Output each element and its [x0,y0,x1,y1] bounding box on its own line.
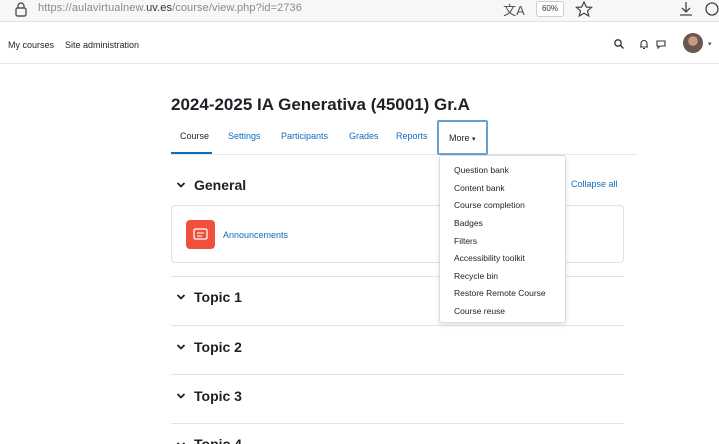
forum-icon [186,220,215,249]
chevron-down-icon[interactable] [176,293,186,301]
nav-my-courses[interactable]: My courses [8,40,54,50]
browser-toolbar: https://aulavirtualnew.uv.es/course/view… [0,0,719,22]
more-dropdown-menu: Question bank Content bank Course comple… [439,155,566,323]
section-title-topic-3[interactable]: Topic 3 [194,388,242,404]
activity-link-announcements[interactable]: Announcements [223,230,288,240]
menu-item-content-bank[interactable]: Content bank [454,183,505,193]
menu-item-course-completion[interactable]: Course completion [454,200,525,210]
tab-more-button[interactable]: More ▾ [437,120,488,155]
section-title-topic-4[interactable]: Topic 4 [194,436,242,444]
url-prefix: https://aulavirtualnew. [38,2,147,14]
bell-icon[interactable] [638,38,650,50]
url-suffix: /course/view.php?id=2736 [172,2,302,14]
user-avatar[interactable] [683,33,703,53]
course-secondary-nav: Course Settings Participants Grades Repo… [171,119,637,155]
section-divider [171,374,624,375]
lock-icon[interactable] [13,1,29,17]
tab-participants[interactable]: Participants [281,131,328,141]
page-title: 2024-2025 IA Generativa (45001) Gr.A [171,95,470,114]
more-label: More [449,133,470,143]
download-icon[interactable] [677,0,695,18]
star-icon[interactable] [574,0,594,18]
chevron-down-icon[interactable] [176,392,186,400]
menu-item-recycle-bin[interactable]: Recycle bin [454,271,498,281]
collapse-all-link[interactable]: Collapse all [571,179,618,189]
extension-icon[interactable] [703,0,719,18]
search-icon[interactable] [613,38,625,50]
url-domain: uv.es [146,2,173,14]
chevron-down-icon[interactable] [176,343,186,351]
section-title-topic-1[interactable]: Topic 1 [194,289,242,305]
site-navbar: My courses Site administration ▾ [0,22,719,64]
menu-item-course-reuse[interactable]: Course reuse [454,306,505,316]
chat-icon[interactable] [655,38,667,50]
section-divider [171,325,624,326]
menu-item-filters[interactable]: Filters [454,236,477,246]
chevron-down-icon[interactable] [176,181,186,189]
section-divider [171,423,624,424]
announcement-glyph-icon [193,228,208,240]
section-title-general[interactable]: General [194,177,246,193]
chevron-down-icon: ▾ [472,136,476,143]
menu-item-restore-remote-course[interactable]: Restore Remote Course [454,288,546,298]
tab-reports[interactable]: Reports [396,131,428,141]
active-tab-indicator [171,152,212,154]
tab-settings[interactable]: Settings [228,131,261,141]
user-menu-chevron-icon[interactable]: ▾ [708,40,712,48]
menu-item-accessibility-toolkit[interactable]: Accessibility toolkit [454,253,525,263]
address-bar[interactable]: https://aulavirtualnew.uv.es/course/view… [38,2,302,14]
tab-course[interactable]: Course [180,131,209,141]
translate-icon[interactable]: 文A [503,0,525,18]
menu-item-badges[interactable]: Badges [454,218,483,228]
tab-grades[interactable]: Grades [349,131,379,141]
section-title-topic-2[interactable]: Topic 2 [194,339,242,355]
zoom-level-badge[interactable]: 60% [536,1,564,17]
menu-item-question-bank[interactable]: Question bank [454,165,509,175]
nav-site-administration[interactable]: Site administration [65,40,139,50]
